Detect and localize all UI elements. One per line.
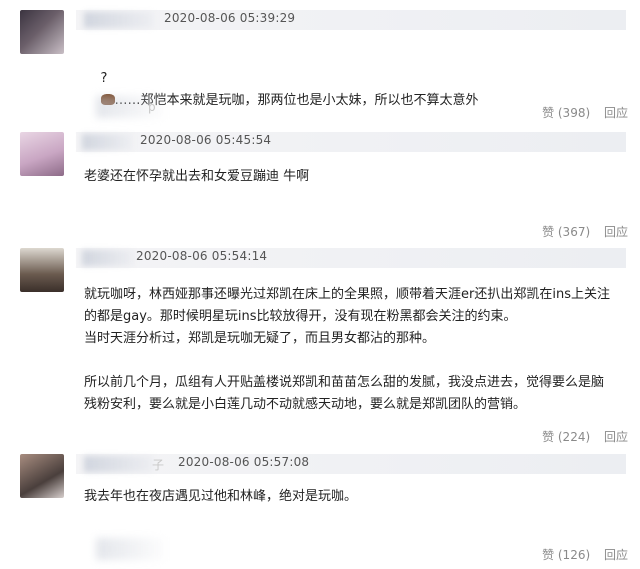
- comment-header: 2020-08-06 05:45:54: [76, 132, 626, 152]
- username[interactable]: [82, 134, 132, 150]
- timestamp: 2020-08-06 05:54:14: [136, 249, 268, 263]
- comment-header: 2020-08-06 05:54:14: [76, 248, 626, 268]
- username[interactable]: [82, 250, 134, 266]
- comment-text: 就玩咖呀，林西娅那事还曝光过郑凯在床上的全果照，顺带着天涯er还扒出郑凯在ins…: [84, 287, 610, 412]
- avatar[interactable]: [20, 454, 64, 498]
- reply-button[interactable]: 回应: [604, 225, 628, 239]
- username[interactable]: [84, 456, 154, 472]
- blurred-subname-fragment: p: [148, 100, 156, 114]
- comment-footer: 赞 (224) 回应: [532, 428, 628, 445]
- comment-header: 2020-08-06 05:39:29: [76, 10, 626, 30]
- comment-footer: 赞 (126) 回应: [532, 546, 628, 563]
- like-button[interactable]: 赞 (224): [542, 430, 590, 444]
- like-button[interactable]: 赞 (367): [542, 225, 590, 239]
- comment-item: 2020-08-06 05:54:14 就玩咖呀，林西娅那事还曝光过郑凯在床上的…: [0, 242, 640, 448]
- blurred-subname: [96, 538, 166, 560]
- like-button[interactable]: 赞 (126): [542, 548, 590, 562]
- reply-button[interactable]: 回应: [604, 548, 628, 562]
- timestamp: 2020-08-06 05:57:08: [178, 455, 310, 469]
- reply-button[interactable]: 回应: [604, 106, 628, 120]
- comment-item: 2020-08-06 05:45:54 老婆还在怀孕就出去和女爱豆蹦迪 牛啊 赞…: [0, 128, 640, 242]
- comment-text: 我去年也在夜店遇见过他和林峰，绝对是玩咖。: [84, 489, 358, 504]
- comment-item: 子 2020-08-06 05:57:08 我去年也在夜店遇见过他和林峰，绝对是…: [0, 448, 640, 569]
- username[interactable]: [84, 12, 154, 28]
- reply-button[interactable]: 回应: [604, 430, 628, 444]
- username-fragment: 子: [152, 458, 165, 472]
- comment-footer: 赞 (398) 回应: [532, 104, 628, 121]
- avatar[interactable]: [20, 132, 64, 176]
- comment-text-prefix: ?: [100, 71, 108, 86]
- comment-footer: 赞 (367) 回应: [532, 223, 628, 240]
- comment-item: 2020-08-06 05:39:29 ? ……郑恺本来就是玩咖，那两位也是小太…: [0, 0, 640, 128]
- timestamp: 2020-08-06 05:45:54: [140, 133, 272, 147]
- like-button[interactable]: 赞 (398): [542, 106, 590, 120]
- avatar[interactable]: [20, 248, 64, 292]
- comment-header: 子 2020-08-06 05:57:08: [76, 454, 626, 474]
- timestamp: 2020-08-06 05:39:29: [164, 11, 296, 25]
- comment-text: 老婆还在怀孕就出去和女爱豆蹦迪 牛啊: [84, 169, 310, 184]
- comment-text-body: ……郑恺本来就是玩咖，那两位也是小太妹，所以也不算太意外: [114, 93, 479, 108]
- avatar[interactable]: [20, 10, 64, 54]
